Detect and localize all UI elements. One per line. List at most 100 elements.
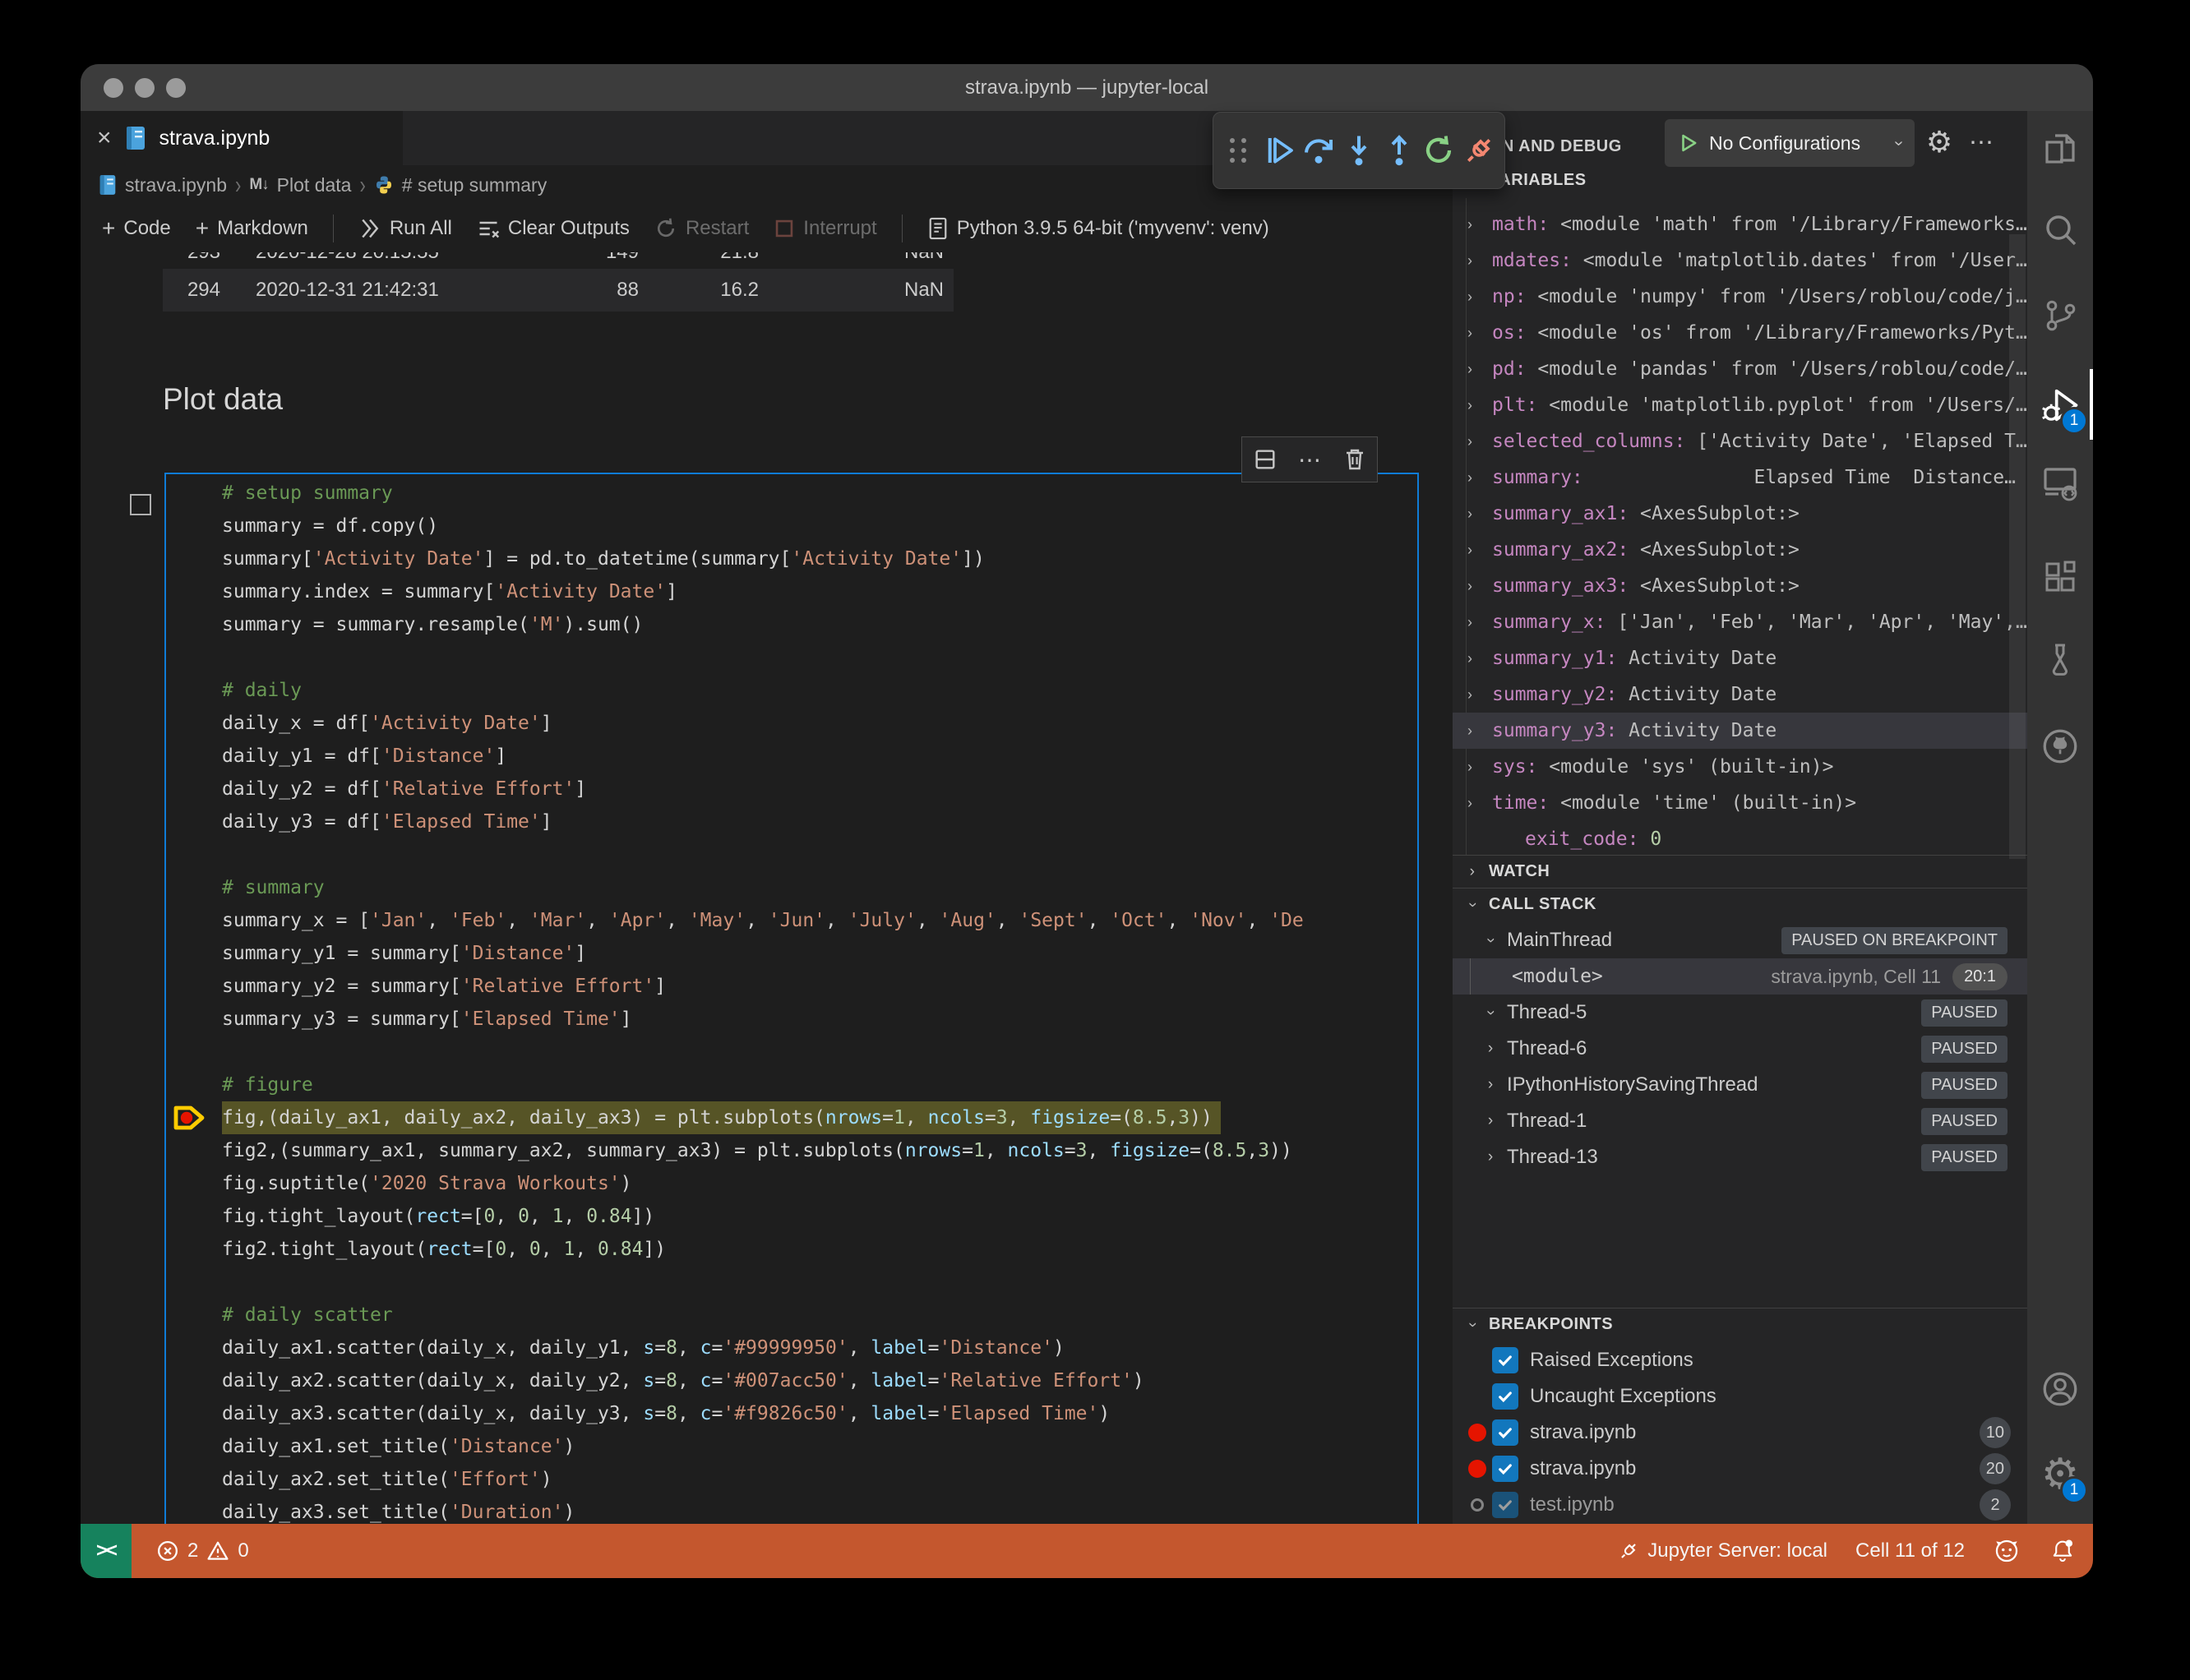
variable-row[interactable]: › summary_x: ['Jan', 'Feb', 'Mar', 'Apr',… [1453,604,2027,640]
sidebar-item-testing[interactable] [2027,622,2093,698]
variables-section-header[interactable]: › VARIABLES [1453,164,2027,196]
code-cell[interactable]: # setup summary summary = df.copy() summar… [164,473,1419,1524]
code-line[interactable] [222,1036,1416,1068]
code-line[interactable]: summary_y2 = summary['Relative Effort'] [222,970,1416,1003]
notifications-button[interactable] [2049,1537,2077,1565]
sidebar-scrollbar[interactable] [2009,234,2026,859]
code-line[interactable]: daily_x = df['Activity Date'] [222,707,1416,740]
variable-row[interactable]: › summary_ax1: <AxesSubplot:> [1453,496,2027,532]
code-line[interactable]: daily_y1 = df['Distance'] [222,740,1416,773]
split-cell-icon[interactable] [1253,447,1278,472]
call-stack-thread[interactable]: › Thread-5 PAUSED [1453,995,2027,1031]
variable-row[interactable]: › selected_columns: ['Activity Date', 'El… [1453,423,2027,459]
variable-row[interactable]: › np: <module 'numpy' from '/Users/roblou… [1453,279,2027,315]
sidebar-item-remote-explorer[interactable] [2027,445,2093,520]
variable-row[interactable]: › sys: <module 'sys' (built-in)> [1453,749,2027,785]
more-actions-icon[interactable]: ⋯ [1298,446,1323,473]
code-line[interactable]: fig,(daily_ax1, daily_ax2, daily_ax3) = … [222,1101,1416,1134]
watch-section-header[interactable]: › WATCH [1453,855,2027,888]
call-stack-frame[interactable]: <module> strava.ipynb, Cell 11 20:1 [1453,958,2027,995]
variable-row[interactable]: › pd: <module 'pandas' from '/Users/roblo… [1453,351,2027,387]
clear-outputs-button[interactable]: Clear Outputs [477,217,630,240]
variable-row[interactable]: › summary_ax3: <AxesSubplot:> [1453,568,2027,604]
call-stack-thread[interactable]: › Thread-13 PAUSED [1453,1139,2027,1175]
code-line[interactable]: # daily scatter [222,1299,1416,1332]
sidebar-item-github[interactable] [2027,708,2093,784]
continue-button[interactable] [1262,124,1297,177]
call-stack-thread[interactable]: › Thread-1 PAUSED [1453,1103,2027,1139]
code-line[interactable]: # figure [222,1068,1416,1101]
gear-icon[interactable]: ⚙ [1921,124,1957,160]
checkbox[interactable] [1492,1492,1518,1518]
breakpoint-row[interactable]: Uncaught Exceptions [1453,1378,2027,1415]
code-line[interactable]: fig.tight_layout(rect=[0, 0, 1, 0.84]) [222,1200,1416,1233]
breakpoint-row[interactable]: strava.ipynb 10 [1453,1415,2027,1451]
call-stack-thread[interactable]: › Thread-6 PAUSED [1453,1031,2027,1067]
account-icon[interactable] [2027,1351,2093,1427]
problems-indicator[interactable]: 2 0 [156,1539,249,1562]
code-line[interactable]: daily_ax3.scatter(daily_x, daily_y3, s=8… [222,1397,1416,1430]
step-over-button[interactable] [1301,124,1337,177]
settings-gear-icon[interactable]: ⚙ 1 [2027,1437,2093,1512]
code-line[interactable]: summary_y3 = summary['Elapsed Time'] [222,1003,1416,1036]
variable-row[interactable]: › time: <module 'time' (built-in)> [1453,785,2027,821]
kernel-picker[interactable]: Python 3.9.5 64-bit ('myvenv': venv) [927,217,1269,240]
code-line[interactable]: daily_ax1.scatter(daily_x, daily_y1, s=8… [222,1332,1416,1364]
drag-grip-icon[interactable] [1222,124,1257,177]
checkbox[interactable] [1492,1419,1518,1446]
cell-indicator[interactable]: Cell 11 of 12 [1855,1539,1965,1562]
cell-run-indicator-icon[interactable] [130,494,151,515]
notebook-scroll-area[interactable]: 2932020-12-28 20:15:5514921.8NaN2942020-… [81,252,1453,1524]
sidebar-item-extensions[interactable] [2027,539,2093,615]
variable-row[interactable]: › summary_ax2: <AxesSubplot:> [1453,532,2027,568]
code-line[interactable] [222,1266,1416,1299]
code-line[interactable] [222,838,1416,871]
code-line[interactable]: daily_ax1.set_title('Distance') [222,1430,1416,1463]
step-out-button[interactable] [1381,124,1416,177]
variable-row[interactable]: › math: <module 'math' from '/Library/Fra… [1453,206,2027,242]
breadcrumb-item-section[interactable]: Plot data [277,174,352,196]
breakpoint-row[interactable]: test.ipynb 2 [1453,1487,2027,1523]
breakpoint-row[interactable]: Raised Exceptions [1453,1342,2027,1378]
add-code-cell-button[interactable]: + Code [102,215,171,242]
breadcrumb-item-cell[interactable]: # setup summary [402,174,547,196]
code-line[interactable]: daily_ax2.set_title('Effort') [222,1463,1416,1496]
code-line[interactable]: summary = df.copy() [222,510,1416,542]
code-line[interactable]: summary_y1 = summary['Distance'] [222,937,1416,970]
variable-row[interactable]: › mdates: <module 'matplotlib.dates' from… [1453,242,2027,279]
code-line[interactable]: # daily [222,674,1416,707]
code-line[interactable]: # summary [222,871,1416,904]
more-actions-icon[interactable]: ⋯ [1964,124,2000,160]
checkbox[interactable] [1492,1347,1518,1373]
configurations-dropdown[interactable]: No Configurations › [1665,119,1915,167]
code-line[interactable]: daily_ax2.scatter(daily_x, daily_y2, s=8… [222,1364,1416,1397]
interrupt-kernel-button[interactable]: Interrupt [774,217,877,240]
restart-kernel-button[interactable]: Restart [654,217,749,240]
variable-row[interactable]: › os: <module 'os' from '/Library/Framewo… [1453,315,2027,351]
breakpoints-section-header[interactable]: › BREAKPOINTS [1453,1308,2027,1341]
sidebar-item-run-and-debug[interactable]: 1 [2027,367,2093,443]
call-stack-thread[interactable]: › IPythonHistorySavingThread PAUSED [1453,1067,2027,1103]
variable-row[interactable]: › summary: Elapsed Time Distance… [1453,459,2027,496]
code-line[interactable]: fig.suptitle('2020 Strava Workouts') [222,1167,1416,1200]
add-markdown-cell-button[interactable]: + Markdown [196,215,308,242]
sidebar-item-source-control[interactable] [2027,278,2093,353]
code-line[interactable]: daily_y3 = df['Elapsed Time'] [222,805,1416,838]
code-line[interactable]: summary.index = summary['Activity Date'] [222,575,1416,608]
code-line[interactable]: summary_x = ['Jan', 'Feb', 'Mar', 'Apr',… [222,904,1416,937]
disconnect-button[interactable] [1461,124,1496,177]
sidebar-item-search[interactable] [2027,192,2093,267]
code-editor[interactable]: # setup summary summary = df.copy() summar… [222,477,1416,1524]
tab-strava-ipynb[interactable]: × strava.ipynb [81,111,403,165]
restart-button[interactable] [1421,124,1457,177]
close-icon[interactable]: × [97,126,112,150]
code-line[interactable]: summary['Activity Date'] = pd.to_datetim… [222,542,1416,575]
run-all-button[interactable]: Run All [358,217,452,240]
call-stack-thread[interactable]: › MainThread PAUSED ON BREAKPOINT [1453,922,2027,958]
code-line[interactable]: # setup summary [222,477,1416,510]
code-line[interactable]: daily_ax3.set_title('Duration') [222,1496,1416,1524]
code-line[interactable]: summary = summary.resample('M').sum() [222,608,1416,641]
execution-pointer-icon[interactable] [173,1104,206,1132]
variable-row[interactable]: › summary_y2: Activity Date [1453,676,2027,713]
code-line[interactable]: daily_y2 = df['Relative Effort'] [222,773,1416,805]
